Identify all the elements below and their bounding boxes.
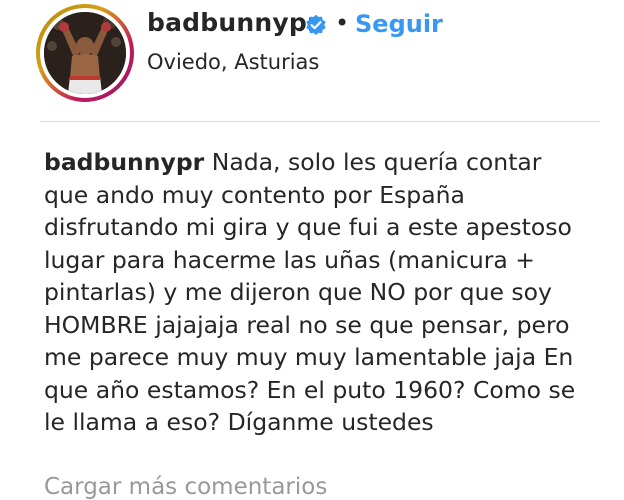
verified-badge-icon [306,14,326,36]
load-more-comments-link[interactable]: Cargar más comentarios [44,474,327,500]
caption-line: badbunnypr Nada, solo les quería contar [44,146,614,179]
follow-button[interactable]: Seguir [355,10,443,38]
post-caption: badbunnypr Nada, solo les quería contar … [44,146,614,439]
caption-line: lugar para hacerme las uñas (manicura + [44,245,535,274]
avatar-photo [44,12,126,94]
caption-line: le llama a eso? Díganme ustedes [44,408,434,436]
avatar[interactable] [44,12,126,94]
caption-line: HOMBRE jajajaja real no se que pensar, p… [44,310,570,339]
caption-line: que año estamos? En el puto 1960? Como s… [44,375,576,404]
username-link[interactable]: badbunnypr [147,8,319,37]
caption-text: Nada, solo les quería contar [211,148,542,176]
caption-line: que ando muy contento por España [44,180,465,209]
location-link[interactable]: Oviedo, Asturias [147,50,319,74]
header-divider [40,121,600,122]
post-header: badbunnypr • Seguir Oviedo, Asturias [0,0,624,122]
caption-username-link[interactable]: badbunnypr [44,148,204,176]
story-ring[interactable] [36,4,134,102]
caption-line: me parece muy muy muy lamentable jaja En [44,343,574,371]
avatar-border [40,8,130,98]
instagram-post: badbunnypr • Seguir Oviedo, Asturias bad… [0,0,624,500]
caption-line: pintarlas) y me dijeron que NO por que s… [44,278,552,306]
separator-dot: • [335,9,350,37]
caption-line: disfrutando mi gira y que fui a este ape… [44,213,572,241]
